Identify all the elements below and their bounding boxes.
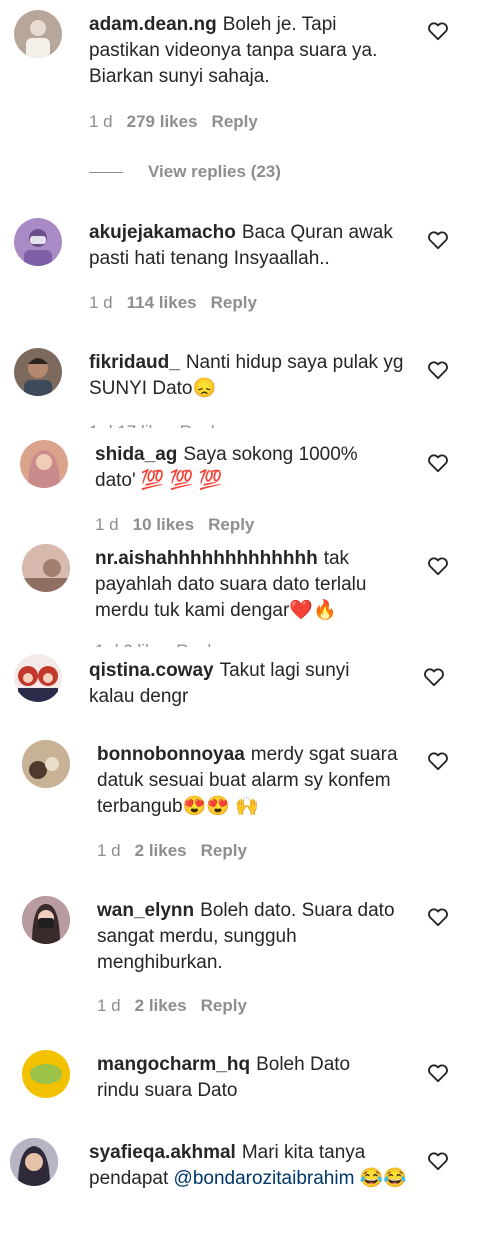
reply-button[interactable]: Reply: [212, 112, 258, 131]
comment-likes[interactable]: 10 likes: [133, 515, 194, 534]
heart-icon[interactable]: [427, 1063, 449, 1083]
comment-time: 1 d: [95, 515, 119, 534]
comment-likes[interactable]: 2 likes: [135, 841, 187, 860]
heart-icon[interactable]: [427, 907, 449, 927]
comment-likes[interactable]: 2 likes: [135, 996, 187, 1015]
comment-username[interactable]: adam.dean.ng: [89, 14, 217, 35]
comment-body: fikridaud_ Nanti hidup saya pulak yg SUNY…: [89, 350, 409, 402]
reply-button[interactable]: Reply: [201, 996, 247, 1015]
avatar[interactable]: [22, 1050, 70, 1098]
heart-icon[interactable]: [427, 751, 449, 771]
comment-time: 1 d: [97, 841, 121, 860]
comment-username[interactable]: nr.aishahhhhhhhhhhhhh: [95, 548, 318, 569]
comment-username[interactable]: bonnobonnoyaa: [97, 744, 245, 765]
comment-username[interactable]: fikridaud_: [89, 352, 180, 373]
comment-meta: 1 d 114 likes Reply: [89, 293, 271, 313]
view-replies-button[interactable]: View replies (23): [148, 162, 281, 182]
avatar[interactable]: [10, 1138, 58, 1186]
comment-username[interactable]: qistina.coway: [89, 660, 214, 681]
heart-icon[interactable]: [427, 21, 449, 41]
heart-icon[interactable]: [423, 667, 445, 687]
mention-link[interactable]: @bondarozitaibrahim: [174, 1168, 355, 1189]
heart-icon[interactable]: [427, 360, 449, 380]
reply-button[interactable]: Reply: [201, 841, 247, 860]
comment-body: syafieqa.akhmal Mari kita tanya pendapat …: [89, 1140, 409, 1192]
comment-username[interactable]: shida_ag: [95, 444, 177, 465]
comment-meta: 1 d 10 likes Reply: [95, 515, 268, 535]
comment-time: 1 d: [89, 112, 113, 131]
clipped-meta: 1 d 17 likes Reply: [89, 422, 223, 428]
comment-meta: 1 d 2 likes Reply: [97, 841, 261, 861]
comment-likes[interactable]: 114 likes: [127, 293, 197, 312]
avatar[interactable]: [22, 740, 70, 788]
replies-divider: [89, 172, 123, 173]
reply-button[interactable]: Reply: [208, 515, 254, 534]
comment-username[interactable]: wan_elynn: [97, 900, 194, 921]
comment-body: akujejakamacho Baca Quran awak pasti hati…: [89, 220, 409, 272]
comment-body: nr.aishahhhhhhhhhhhhh tak payahlah dato s…: [95, 546, 405, 624]
comment-meta: 1 d 2 likes Reply: [97, 996, 261, 1016]
comment-username[interactable]: mangocharm_hq: [97, 1054, 250, 1075]
avatar[interactable]: [14, 654, 62, 702]
avatar[interactable]: [20, 440, 68, 488]
avatar[interactable]: [14, 218, 62, 266]
comment-likes[interactable]: 279 likes: [127, 112, 198, 131]
comment-text-after: 😂😂: [354, 1168, 408, 1189]
comment-body: mangocharm_hq Boleh Dato rindu suara Dato: [97, 1052, 397, 1104]
reply-button[interactable]: Reply: [211, 293, 257, 312]
clipped-meta: 1 d 2 likes Reply: [95, 641, 220, 647]
comment-body: adam.dean.ng Boleh je. Tapi pastikan vide…: [89, 12, 409, 90]
comment-time: 1 d: [89, 293, 113, 312]
comment-meta: 1 d 279 likes Reply: [89, 112, 272, 132]
comment-body: wan_elynn Boleh dato. Suara dato sangat m…: [97, 898, 417, 976]
heart-icon[interactable]: [427, 453, 449, 473]
comment-body: qistina.coway Takut lagi sunyi kalau deng…: [89, 658, 399, 710]
heart-icon[interactable]: [427, 1151, 449, 1171]
heart-icon[interactable]: [427, 230, 449, 250]
comment-body: shida_ag Saya sokong 1000% dato' 💯 💯 💯: [95, 442, 395, 494]
avatar[interactable]: [22, 896, 70, 944]
avatar[interactable]: [14, 10, 62, 58]
heart-icon[interactable]: [427, 556, 449, 576]
avatar[interactable]: [22, 544, 70, 592]
comment-username[interactable]: akujejakamacho: [89, 222, 236, 243]
comment-username[interactable]: syafieqa.akhmal: [89, 1142, 236, 1163]
avatar[interactable]: [14, 348, 62, 396]
comment-time: 1 d: [97, 996, 121, 1015]
comment-body: bonnobonnoyaa merdy sgat suara datuk sesu…: [97, 742, 407, 820]
